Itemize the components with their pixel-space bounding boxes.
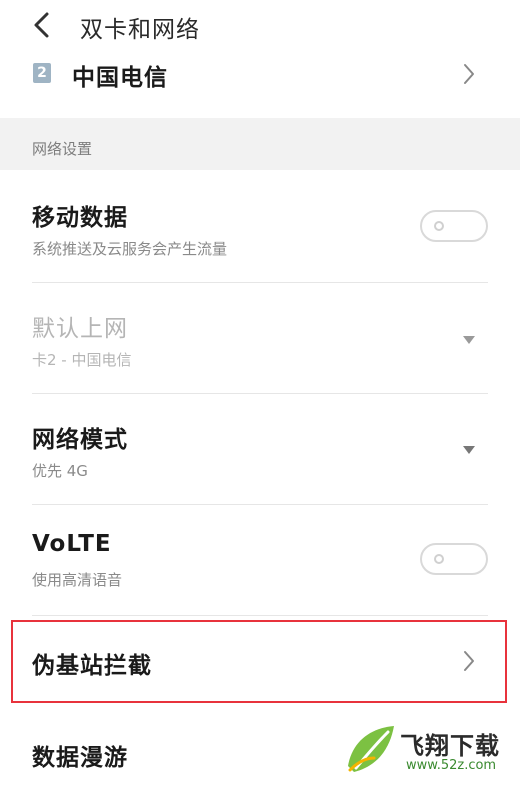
watermark-url: www.52z.com — [406, 758, 497, 773]
section-label: 网络设置 — [32, 140, 93, 158]
volte-toggle[interactable] — [420, 543, 488, 575]
leaf-logo-icon — [348, 726, 394, 772]
dropdown-arrow-icon — [463, 446, 475, 454]
divider — [32, 615, 488, 616]
setting-title: 网络模式 — [32, 427, 128, 453]
top-app-bar: 双卡和网络 — [0, 0, 520, 50]
sim-carrier-name: 中国电信 — [72, 65, 168, 91]
section-header-network-settings: 网络设置 — [0, 118, 520, 170]
setting-subtitle: 优先 4G — [32, 462, 88, 480]
chevron-right-icon — [464, 64, 474, 84]
setting-title: 默认上网 — [32, 316, 128, 342]
watermark-brand: 飞翔下载 — [400, 732, 500, 760]
setting-network-mode[interactable]: 网络模式 优先 4G — [0, 394, 520, 504]
setting-title: 移动数据 — [32, 205, 128, 231]
page-title: 双卡和网络 — [80, 17, 200, 43]
mobile-data-toggle[interactable] — [420, 210, 488, 242]
toggle-knob — [434, 221, 444, 231]
setting-default-internet: 默认上网 卡2 - 中国电信 — [0, 283, 520, 393]
setting-subtitle: 使用高清语音 — [32, 571, 123, 589]
setting-title: VoLTE — [32, 531, 112, 557]
toggle-knob — [434, 554, 444, 564]
watermark: 飞翔下载 www.52z.com — [344, 722, 514, 780]
sim-card-row[interactable]: 2 中国电信 — [0, 50, 520, 118]
back-arrow-icon — [34, 12, 49, 38]
dropdown-arrow-icon — [463, 336, 475, 344]
sim-slot-badge: 2 — [33, 63, 51, 83]
setting-subtitle: 系统推送及云服务会产生流量 — [32, 240, 228, 258]
highlight-box — [11, 620, 507, 703]
setting-title: 数据漫游 — [32, 745, 128, 771]
setting-mobile-data[interactable]: 移动数据 系统推送及云服务会产生流量 — [0, 170, 520, 283]
setting-subtitle: 卡2 - 中国电信 — [32, 351, 132, 369]
setting-volte[interactable]: VoLTE 使用高清语音 — [0, 505, 520, 615]
back-button[interactable] — [26, 8, 56, 42]
